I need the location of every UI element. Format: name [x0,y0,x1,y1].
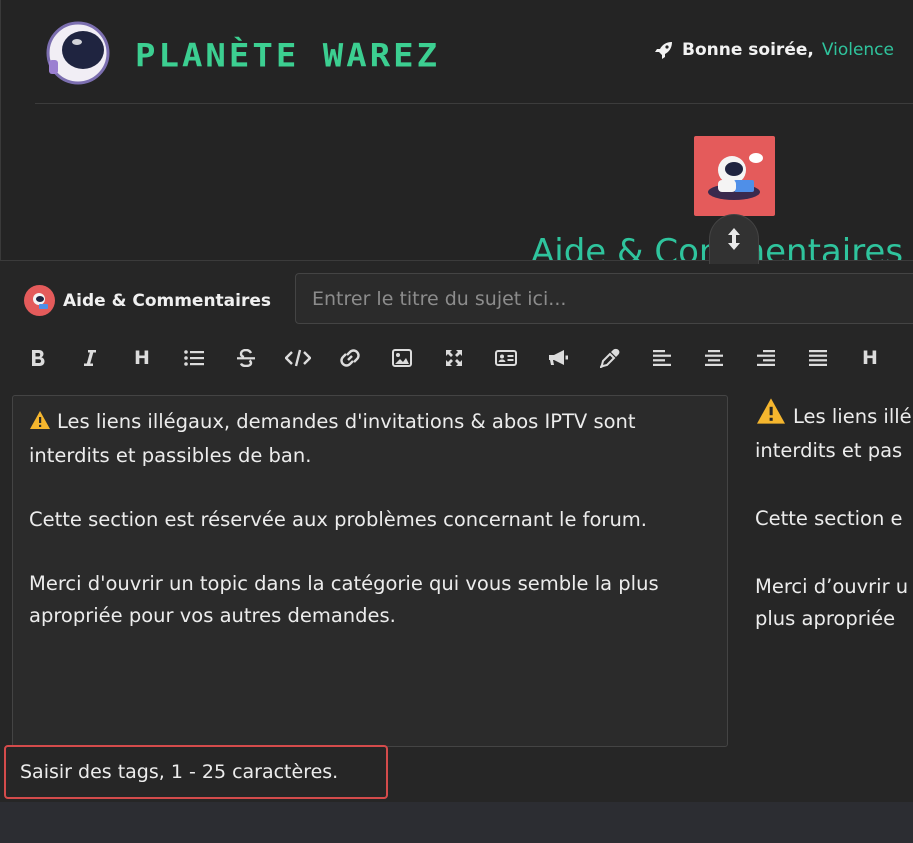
category-chip-avatar [24,285,55,316]
align-left-button[interactable] [636,341,688,375]
link-button[interactable] [324,341,376,375]
page-footer-strip [0,802,913,843]
warning-icon [755,397,787,435]
image-icon [392,349,412,367]
editor-paragraph-request: Merci d'ouvrir un topic dans la catégori… [29,572,659,627]
greeting-text: Bonne soirée, [682,40,814,60]
site-brand[interactable]: PLANÈTE WAREZ [135,37,440,75]
post-editor-textarea[interactable]: Les liens illégaux, demandes d'invitatio… [12,395,728,747]
astronaut-mini-icon [32,292,48,309]
align-right-icon [757,350,775,366]
align-center-button[interactable] [688,341,740,375]
category-chip-label: Aide & Commentaires [63,290,272,311]
editor-paragraph-scope: Cette section est réservée aux problèmes… [29,508,648,531]
username-link[interactable]: Violence [822,40,894,60]
justify-button[interactable] [792,341,844,375]
page-background: PLANÈTE WAREZ Bonne soirée, Violence Aid… [0,0,913,260]
announce-button[interactable] [532,341,584,375]
bold-button[interactable] [12,341,64,375]
id-card-icon [495,350,517,366]
site-header: PLANÈTE WAREZ Bonne soirée, Violence [35,0,913,104]
topic-title-input[interactable] [295,273,913,324]
list-icon [184,350,204,366]
editor-paragraph-warning-text: Les liens illégaux, demandes d'invitatio… [29,410,636,467]
tags-input[interactable]: Saisir des tags, 1 - 25 caractères. [4,745,388,799]
code-button[interactable] [272,341,324,375]
composer-resize-handle[interactable] [709,214,759,264]
category-avatar [694,136,775,216]
code-icon [285,349,311,367]
warning-icon [29,408,51,440]
image-button[interactable] [376,341,428,375]
heading-2-icon: H [862,347,878,369]
preview-line-text: Les liens illé [793,405,912,428]
heading-2-button[interactable]: H [844,341,896,375]
align-left-icon [653,350,671,366]
category-chip[interactable]: Aide & Commentaires [24,285,271,316]
post-preview: Les liens illé interdits et pas Cette se… [755,397,913,635]
preview-line: Merci d’ouvrir u [755,575,909,598]
card-button[interactable] [480,341,532,375]
preview-line: Cette section e [755,507,903,530]
megaphone-icon [549,350,568,365]
fullscreen-button[interactable] [428,341,480,375]
color-picker-button[interactable] [584,341,636,375]
topic-composer: Aide & Commentaires H [0,260,913,802]
preview-line: interdits et pas [755,439,903,462]
editor-toolbar: H H [12,341,896,375]
vertical-resize-icon [728,228,740,250]
align-center-icon [705,350,723,366]
strikethrough-button[interactable] [220,341,272,375]
align-justify-icon [809,350,827,366]
tags-placeholder: Saisir des tags, 1 - 25 caractères. [20,761,339,783]
strikethrough-icon [237,349,255,367]
astronaut-laptop-icon [708,153,763,200]
preview-line: plus apropriée [755,607,896,630]
bold-icon [32,350,45,366]
heading-icon: H [134,347,150,369]
editor-paragraph-warning: Les liens illégaux, demandes d'invitatio… [29,406,711,472]
align-right-button[interactable] [740,341,792,375]
astronaut-helmet-icon[interactable] [45,20,111,86]
italic-icon [84,350,96,366]
rocket-icon [655,42,673,59]
heading-button[interactable]: H [116,341,168,375]
link-icon [340,349,360,367]
italic-button[interactable] [64,341,116,375]
user-greeting[interactable]: Bonne soirée, Violence [654,40,894,60]
preview-line: Les liens illé [755,397,913,435]
expand-arrows-icon [446,350,462,366]
list-button[interactable] [168,341,220,375]
eyedropper-icon [600,348,620,368]
